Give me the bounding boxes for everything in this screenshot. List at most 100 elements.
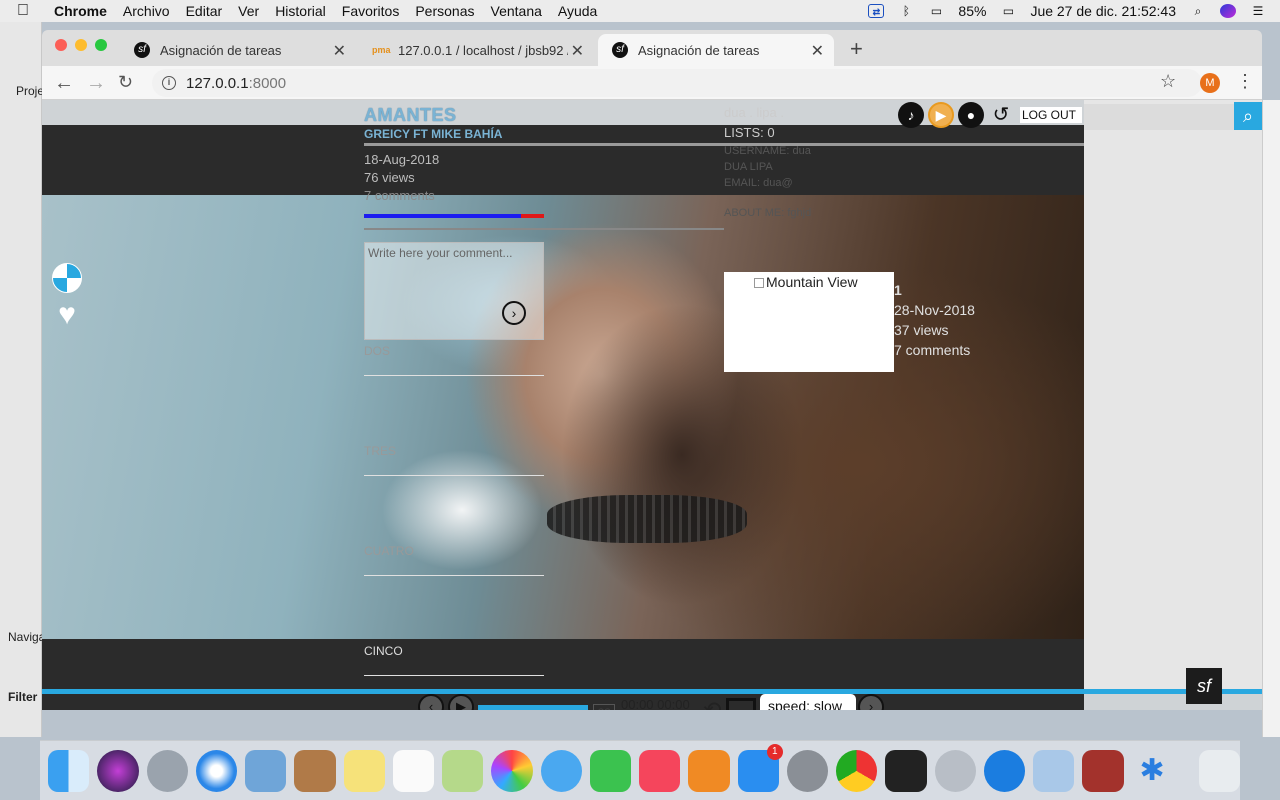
contacts-icon[interactable]: [294, 749, 336, 792]
menu-personas[interactable]: Personas: [407, 3, 482, 19]
user-about: ABOUT ME: fghjd: [724, 207, 812, 219]
chrome-icon[interactable]: [836, 749, 878, 792]
tab-label: Asignación de tareas: [160, 42, 282, 58]
user-icon[interactable]: ●: [958, 102, 984, 128]
mail-icon[interactable]: [245, 749, 287, 792]
close-tab-icon[interactable]: ✕: [811, 41, 824, 61]
speed-select[interactable]: speed: slow ⇕: [760, 694, 856, 710]
shuffle-icon[interactable]: [52, 263, 82, 293]
battery-percent[interactable]: 85%: [958, 3, 986, 19]
fullscreen-icon[interactable]: [726, 698, 756, 710]
captions-button[interactable]: CC: [593, 704, 615, 710]
list-item[interactable]: CINCO: [364, 644, 544, 676]
song-artist: GREICY FT MIKE BAHÍA: [364, 127, 503, 141]
menu-favoritos[interactable]: Favoritos: [334, 3, 408, 19]
heart-icon[interactable]: ♥: [52, 300, 82, 330]
siri-icon[interactable]: [1220, 4, 1236, 18]
related-video-thumbnail[interactable]: Mountain View: [724, 272, 894, 372]
new-tab-button[interactable]: +: [850, 36, 863, 62]
menu-ver[interactable]: Ver: [230, 3, 267, 19]
system-preferences-icon[interactable]: [786, 749, 828, 792]
search-input[interactable]: [1084, 104, 1234, 130]
virtualbox-icon[interactable]: [1033, 749, 1075, 792]
launchpad-icon[interactable]: [146, 749, 188, 792]
bluetooth-dock-icon[interactable]: ✱: [1132, 750, 1173, 792]
browser-toolbar: ← → ↻ i 127.0.0.1:8000 ☆ M ⋮: [42, 66, 1262, 100]
history-icon[interactable]: ↺: [988, 102, 1014, 128]
back-arrow-icon[interactable]: ←: [54, 72, 74, 95]
web-page: ♥ AMANTES GREICY FT MIKE BAHÍA 18-Aug-20…: [42, 100, 1262, 710]
next-icon[interactable]: ›: [858, 694, 884, 710]
messages-icon[interactable]: [540, 749, 582, 792]
finder-icon[interactable]: [48, 749, 90, 792]
menu-editar[interactable]: Editar: [178, 3, 231, 19]
app-store-icon[interactable]: 1: [737, 743, 783, 792]
seek-bar[interactable]: [478, 705, 588, 710]
send-comment-button[interactable]: ›: [502, 301, 526, 325]
reminders-icon[interactable]: [392, 749, 434, 792]
tab-phpmyadmin[interactable]: pma 127.0.0.1 / localhost / jbsb92 / u ✕: [358, 34, 594, 66]
play-pause-icon[interactable]: ▶: [448, 694, 474, 710]
photos-icon[interactable]: [491, 749, 533, 792]
apple-icon[interactable]: : [0, 2, 46, 20]
clock[interactable]: Jue 27 de dic. 21:52:43: [1030, 3, 1176, 19]
preferences-gear-icon[interactable]: [934, 749, 976, 792]
battery-icon[interactable]: ▭: [1000, 4, 1016, 18]
reload-icon[interactable]: ↻: [118, 72, 133, 93]
airplay-icon[interactable]: ▭: [928, 4, 944, 18]
menu-archivo[interactable]: Archivo: [115, 3, 178, 19]
tab-tareas-active[interactable]: sf Asignación de tareas ✕: [598, 34, 834, 66]
tab-label: 127.0.0.1 / localhost / jbsb92 / u: [398, 42, 568, 58]
section-divider: [364, 228, 724, 230]
facetime-icon[interactable]: [589, 749, 631, 792]
close-tab-icon[interactable]: ✕: [571, 41, 584, 61]
list-item[interactable]: DOS: [364, 344, 544, 376]
zoom-window-button[interactable]: [95, 39, 107, 51]
forward-arrow-icon[interactable]: →: [86, 72, 106, 95]
menu-app-name[interactable]: Chrome: [46, 3, 115, 19]
close-window-button[interactable]: [55, 39, 67, 51]
symfony-icon: sf: [612, 42, 628, 58]
search-icon[interactable]: ⌕: [1234, 102, 1262, 130]
music-note-icon[interactable]: ♪: [898, 102, 924, 128]
safari-icon[interactable]: [195, 749, 237, 792]
menu-ventana[interactable]: Ventana: [483, 3, 550, 19]
chrome-menu-icon[interactable]: ⋮: [1236, 71, 1254, 92]
list-item[interactable]: TRES: [364, 444, 544, 476]
dictionary-icon[interactable]: [1082, 749, 1124, 792]
siri-dock-icon[interactable]: [97, 749, 139, 792]
loop-icon[interactable]: ⟲: [703, 697, 721, 710]
broken-image-icon: [754, 278, 764, 288]
previous-icon[interactable]: ‹: [418, 694, 444, 710]
user-name: dua . lipa .: [724, 105, 784, 120]
terminal-icon[interactable]: [885, 749, 927, 792]
bookmark-star-icon[interactable]: ☆: [1160, 71, 1176, 92]
profile-avatar[interactable]: M: [1200, 73, 1220, 93]
spotlight-search-icon[interactable]: ⌕: [1190, 4, 1206, 18]
logout-button[interactable]: LOG OUT: [1020, 107, 1083, 123]
teamviewer-status-icon[interactable]: ⇄: [868, 4, 885, 18]
menu-ayuda[interactable]: Ayuda: [550, 3, 605, 19]
trash-icon[interactable]: [1198, 749, 1240, 792]
site-info-icon[interactable]: i: [162, 76, 176, 90]
symfony-toolbar-icon[interactable]: sf: [1186, 668, 1222, 704]
side-panel: [1084, 100, 1262, 690]
list-item[interactable]: CUATRO: [364, 544, 544, 576]
teamviewer-icon[interactable]: [983, 749, 1025, 792]
song-title: AMANTES: [364, 105, 457, 125]
tab-tareas-1[interactable]: sf Asignación de tareas ✕: [120, 34, 356, 66]
books-icon[interactable]: [688, 749, 730, 792]
bluetooth-icon[interactable]: ᛒ: [898, 4, 914, 18]
menu-historial[interactable]: Historial: [267, 3, 334, 19]
related-date: 28-Nov-2018: [894, 302, 975, 318]
notes-icon[interactable]: [343, 749, 385, 792]
close-tab-icon[interactable]: ✕: [333, 41, 346, 61]
maps-icon[interactable]: [442, 749, 484, 792]
play-icon[interactable]: ▶: [928, 102, 954, 128]
top-nav-icons: ♪ ▶ ● ↺ LOG OUT: [898, 102, 1083, 128]
notification-center-icon[interactable]: ☰: [1250, 4, 1266, 18]
minimize-window-button[interactable]: [75, 39, 87, 51]
address-bar[interactable]: i 127.0.0.1:8000: [152, 69, 1202, 97]
itunes-icon[interactable]: [639, 749, 681, 792]
background-app-right-edge: [1262, 100, 1280, 737]
